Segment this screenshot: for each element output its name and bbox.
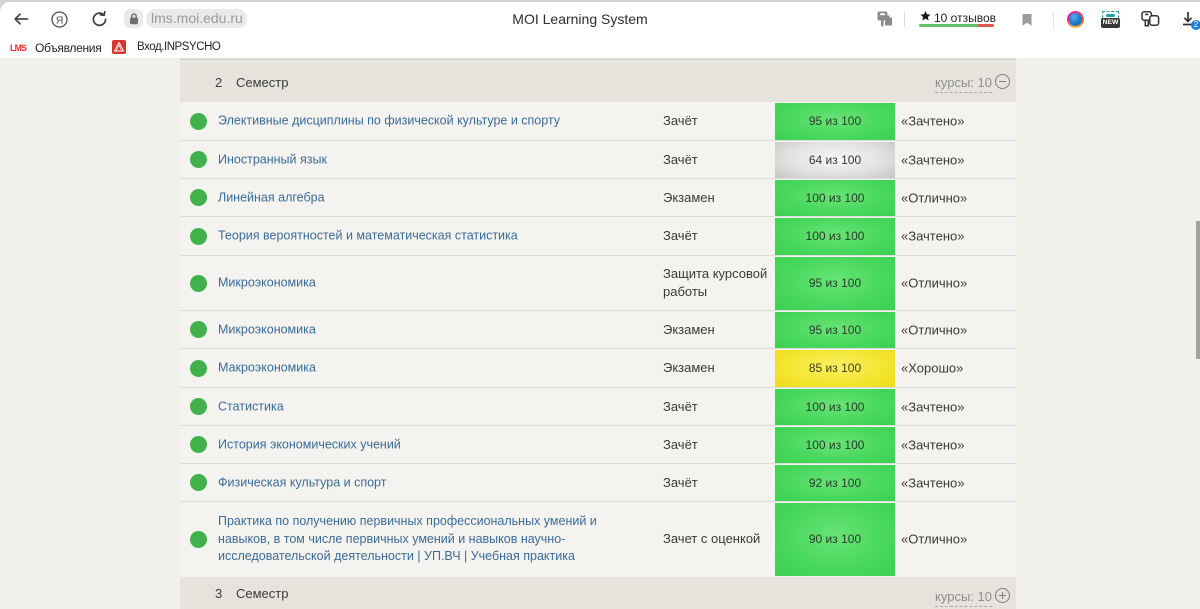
- svg-text:Я: Я: [56, 14, 64, 26]
